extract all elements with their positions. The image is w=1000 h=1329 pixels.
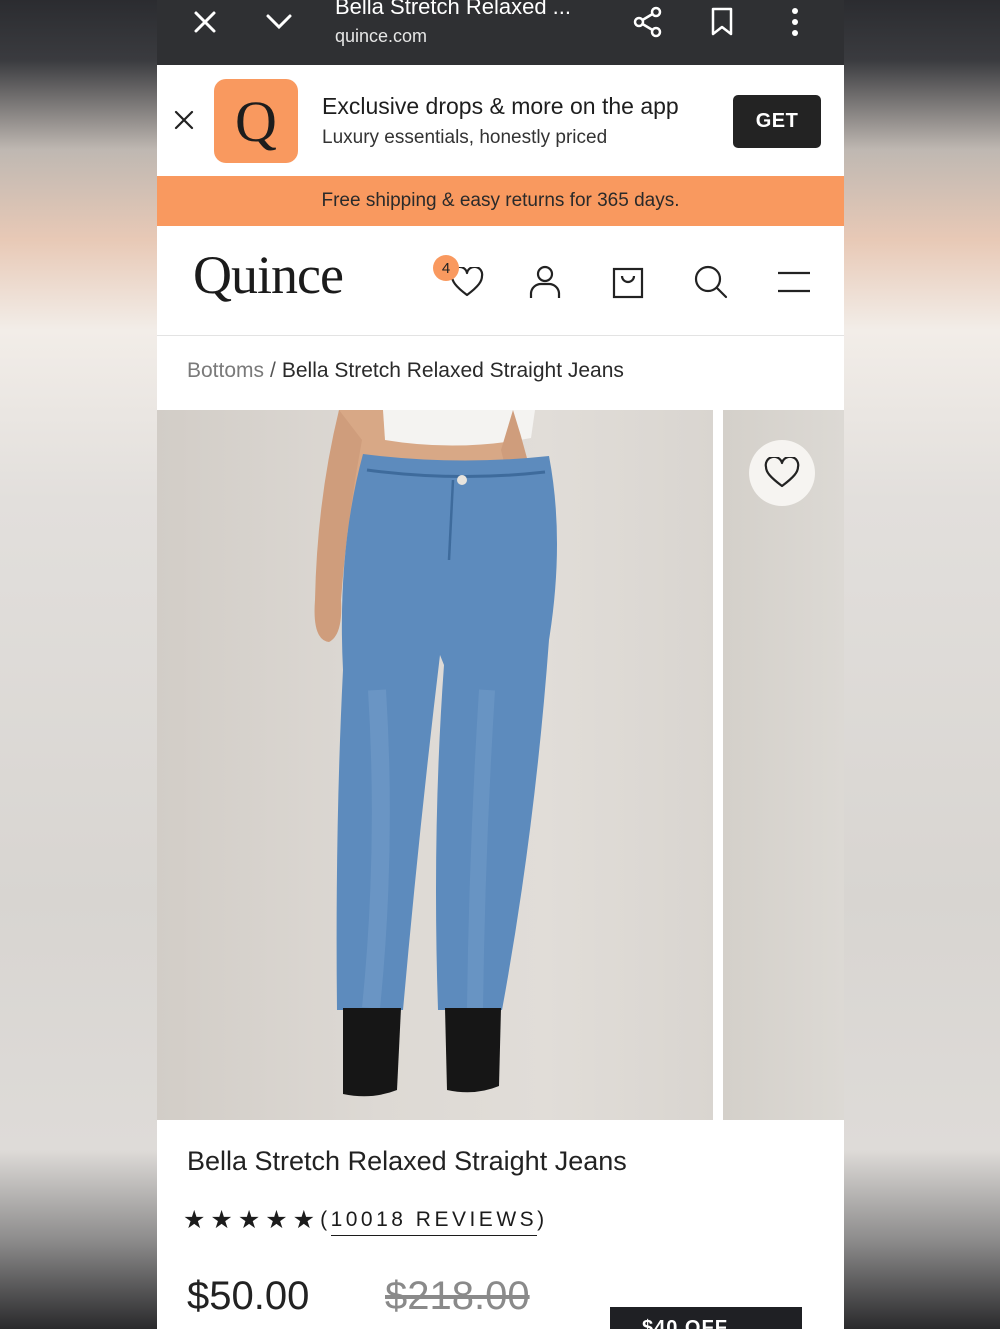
search-icon[interactable] (689, 260, 733, 304)
reviews-open-paren: ( (320, 1208, 331, 1231)
current-price: $50.00 (187, 1274, 310, 1318)
browser-toolbar: Bella Stretch Relaxed ... quince.com (157, 0, 844, 65)
chevron-down-icon[interactable] (261, 4, 297, 40)
breadcrumb-parent-link[interactable]: Bottoms (187, 359, 264, 382)
background-right (844, 0, 1000, 1329)
banner-title: Exclusive drops & more on the app (322, 93, 679, 119)
star-rating-icon: ★★★★★ (183, 1206, 321, 1234)
reviews-close-paren: ) (537, 1208, 548, 1231)
bag-icon[interactable] (606, 260, 650, 304)
product-image-main[interactable] (157, 410, 713, 1120)
app-install-banner: Q Exclusive drops & more on the app Luxu… (157, 65, 844, 176)
breadcrumb: Bottoms / Bella Stretch Relaxed Straight J… (187, 359, 624, 383)
close-icon[interactable] (187, 4, 223, 40)
close-banner-icon[interactable] (171, 107, 197, 133)
reviews-count[interactable]: 10018 REVIEWS (330, 1208, 538, 1236)
brand-logo[interactable]: Quince (193, 244, 344, 306)
banner-subtitle: Luxury essentials, honestly priced (322, 127, 608, 148)
promo-text: Free shipping & easy returns for 365 day… (321, 190, 680, 211)
add-to-favorites-button[interactable] (749, 440, 815, 506)
account-icon[interactable] (523, 260, 567, 304)
breadcrumb-separator: / (270, 359, 276, 382)
app-logo: Q (214, 79, 298, 163)
more-vert-icon[interactable] (777, 4, 813, 40)
site-header: Quince 4 (157, 226, 844, 336)
breadcrumb-current: Bella Stretch Relaxed Straight Jeans (281, 359, 624, 382)
rating-row: ★★★★★ (10018 REVIEWS) (183, 1205, 548, 1236)
model-jeans-illustration (314, 410, 557, 1097)
share-icon[interactable] (630, 4, 666, 40)
wishlist-count-badge: 4 (433, 255, 459, 281)
bookmark-icon[interactable] (704, 4, 740, 40)
background-left (0, 0, 157, 1329)
discount-tag: $40 OFF (610, 1307, 802, 1329)
get-app-button[interactable]: GET (733, 95, 821, 148)
product-title: Bella Stretch Relaxed Straight Jeans (187, 1146, 627, 1176)
product-image-next[interactable] (723, 410, 844, 1120)
reviews-link[interactable]: (10018 REVIEWS) (320, 1208, 548, 1236)
phone-screen: Bella Stretch Relaxed ... quince.com Q E… (157, 0, 844, 1329)
browser-url[interactable]: quince.com (335, 26, 427, 47)
heart-outline-icon (764, 457, 800, 488)
promo-strip: Free shipping & easy returns for 365 day… (157, 176, 844, 226)
browser-page-title: Bella Stretch Relaxed ... (335, 0, 572, 19)
compare-at-price: $218.00 (385, 1274, 530, 1318)
menu-icon[interactable] (772, 260, 816, 304)
